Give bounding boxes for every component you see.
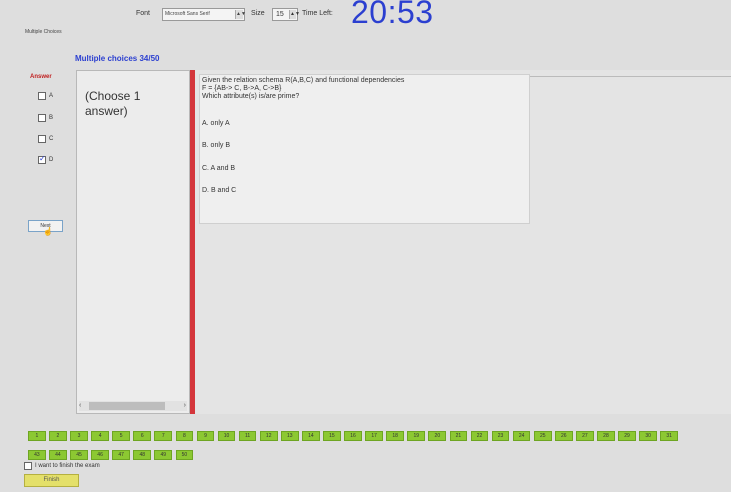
size-label: Size <box>251 10 265 17</box>
question-nav-button[interactable]: 49 <box>154 450 173 460</box>
question-nav-button[interactable]: 12 <box>259 431 278 441</box>
question-nav-button[interactable]: 45 <box>70 450 88 460</box>
option-letter: D <box>49 157 54 163</box>
choice-b: B. only B <box>202 142 231 149</box>
option-letter: C <box>49 136 54 142</box>
checkbox-d[interactable] <box>38 154 46 164</box>
scrollbar-thumb[interactable] <box>89 402 165 410</box>
question-nav-button[interactable]: 7 <box>154 431 173 441</box>
size-spinner[interactable]: 15 ▲▼ <box>272 8 300 21</box>
font-select[interactable]: Microsoft Sans Serif ▲▼ <box>162 8 246 21</box>
spinner-arrows-icon[interactable]: ▲▼ <box>235 10 246 19</box>
finish-checkbox-label: I want to finish the exam <box>35 463 100 469</box>
top-toolbar: Font Microsoft Sans Serif ▲▼ Size 15 ▲▼ … <box>0 0 731 30</box>
choice-d: D. B and C <box>202 187 237 194</box>
answer-option-d[interactable]: D <box>38 154 54 164</box>
question-nav-button[interactable]: 44 <box>49 450 67 460</box>
question-nav-button[interactable]: 27 <box>576 431 594 441</box>
font-select-value: Microsoft Sans Serif <box>165 11 210 17</box>
choose-hint: (Choose 1 answer) <box>85 89 141 118</box>
question-nav-button[interactable]: 5 <box>112 431 130 441</box>
question-nav-button[interactable]: 17 <box>365 431 383 441</box>
size-value: 15 <box>276 11 284 18</box>
scroll-right-icon[interactable]: › <box>184 401 186 411</box>
answer-option-c[interactable]: C <box>38 135 53 143</box>
question-line: F = {AB-> C, B->A, C->B} <box>202 85 282 92</box>
finish-button[interactable]: Finish <box>24 474 79 487</box>
question-nav-button[interactable]: 3 <box>70 431 88 441</box>
question-nav-button[interactable]: 31 <box>660 431 679 441</box>
question-nav-button[interactable]: 11 <box>238 431 257 441</box>
answer-option-a[interactable]: A <box>38 92 53 100</box>
question-nav-button[interactable]: 9 <box>196 431 215 441</box>
question-line: Which attribute(s) is/are prime? <box>202 93 300 100</box>
question-nav-button[interactable]: 30 <box>639 431 657 441</box>
question-nav-button[interactable]: 4 <box>91 431 109 441</box>
question-nav-button[interactable]: 18 <box>386 431 405 441</box>
question-nav-button[interactable]: 43 <box>28 450 46 460</box>
question-nav-button[interactable]: 16 <box>344 431 362 441</box>
hint-panel: (Choose 1 answer) ‹ › <box>76 70 190 414</box>
question-nav-button[interactable]: 1 <box>28 431 46 441</box>
question-nav-button[interactable]: 19 <box>407 431 426 441</box>
question-text: Given the relation schema R(A,B,C) and f… <box>202 77 522 101</box>
question-counter-title: Multiple choices 34/50 <box>75 54 160 63</box>
question-nav-button[interactable]: 50 <box>175 450 194 460</box>
spinner-arrows-icon[interactable]: ▲▼ <box>289 10 300 19</box>
question-nav-button[interactable]: 23 <box>491 431 510 441</box>
font-label: Font <box>136 10 151 17</box>
checkbox-b[interactable] <box>38 114 46 122</box>
divider <box>530 76 731 77</box>
time-left-label: Time Left: <box>302 10 333 17</box>
choice-a: A. only A <box>202 120 230 127</box>
checkbox-c[interactable] <box>38 135 46 143</box>
window-title: Multiple Choices <box>25 29 62 35</box>
question-nav-button[interactable]: 29 <box>618 431 636 441</box>
question-nav-button[interactable]: 14 <box>302 431 320 441</box>
question-nav-button[interactable]: 22 <box>470 431 489 441</box>
question-nav-button[interactable]: 25 <box>533 431 552 441</box>
finish-confirm[interactable]: I want to finish the exam <box>24 462 100 470</box>
question-nav-button[interactable]: 21 <box>449 431 468 441</box>
scroll-left-icon[interactable]: ‹ <box>79 401 81 411</box>
navigator-row: 1 2 3 4 5 6 7 8 9 10 11 12 13 14 15 16 17 18 19 20 21 22 23 24 2… <box>28 431 679 441</box>
question-nav-button[interactable]: 8 <box>175 431 194 441</box>
horizontal-scrollbar[interactable]: ‹ › <box>79 401 187 411</box>
question-nav-button[interactable]: 24 <box>512 431 531 441</box>
question-nav-button[interactable]: 20 <box>428 431 447 441</box>
question-box: Given the relation schema R(A,B,C) and f… <box>199 74 530 224</box>
question-nav-button[interactable]: 13 <box>280 431 299 441</box>
mouse-cursor-icon: ☝ <box>43 227 53 236</box>
choice-c: C. A and B <box>202 165 236 172</box>
question-nav-button[interactable]: 6 <box>133 431 152 441</box>
question-line: Given the relation schema R(A,B,C) and f… <box>202 77 405 84</box>
finish-checkbox[interactable] <box>24 462 32 470</box>
question-nav-button[interactable]: 46 <box>91 450 109 460</box>
countdown-timer: 20:53 <box>351 0 434 30</box>
question-nav-button[interactable]: 15 <box>323 431 341 441</box>
question-nav-button[interactable]: 47 <box>112 450 130 460</box>
option-letter: A <box>49 93 54 99</box>
navigator-row: 43 44 45 46 47 48 49 50 <box>28 450 194 460</box>
question-nav-button[interactable]: 10 <box>217 431 236 441</box>
question-nav-button[interactable]: 28 <box>597 431 615 441</box>
answer-option-b[interactable]: B <box>38 114 53 122</box>
question-nav-button[interactable]: 48 <box>133 450 152 460</box>
question-nav-button[interactable]: 26 <box>554 431 573 441</box>
option-letter: B <box>49 115 54 121</box>
answer-label: Answer <box>30 74 52 80</box>
checkbox-a[interactable] <box>38 92 46 100</box>
question-nav-button[interactable]: 2 <box>49 431 67 441</box>
